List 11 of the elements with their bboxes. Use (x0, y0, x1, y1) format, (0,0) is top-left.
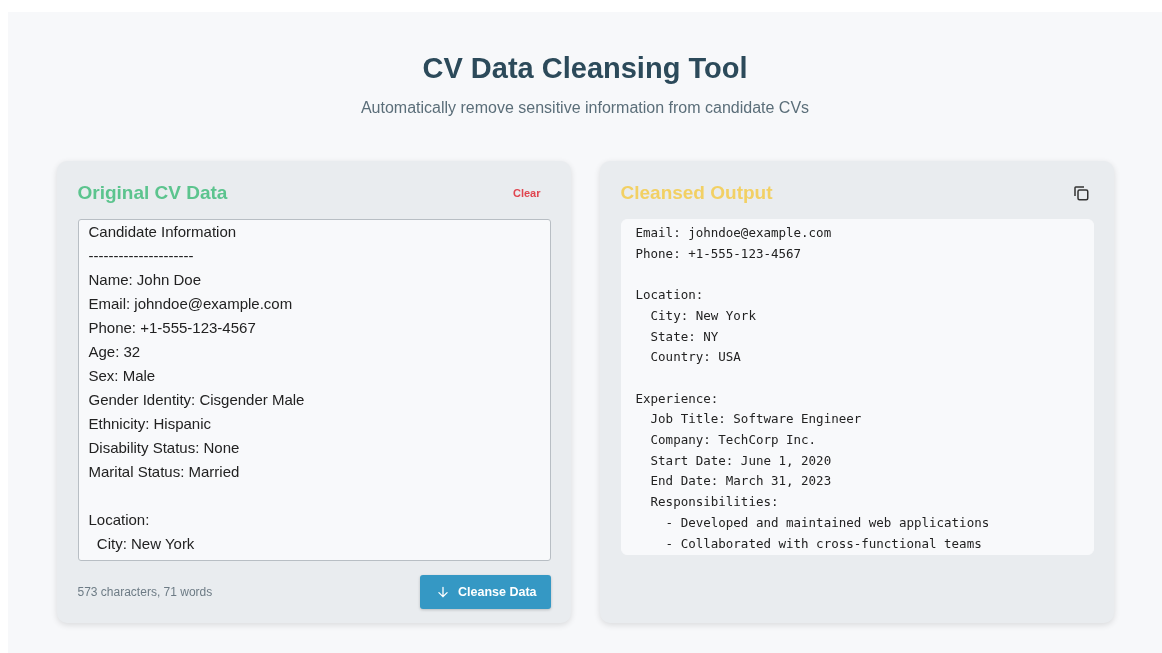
page-subtitle: Automatically remove sensitive information from candidate CVs (360, 99, 810, 117)
panel-title: Cleansed Output (620, 182, 773, 204)
cv-input-field[interactable]: Candidate Information --------------------- Name: John Doe Email: johndoe@example.com Phone: +1-555-123-4567 Age: 32 Sex: Male Gender Identity: Cisgender Male Ethnicity: Hispanic Disability Status: None Marital Status: Married Location: City: New York (77, 219, 551, 561)
cleansed-output-text: Email: johndoe@example.com Phone: +1-555-123-4567 Location: City: New York State: NY Country: USA Experience: Job Title: Software Engineer Company: TechCorp Inc. Start Date: June 1, 2020 End Date: March 31, 2023 Responsibilities: - Developed and maintained web applications - Collaborated with cross-functional teams (620, 219, 1094, 555)
character-count: 573 characters, 71 words (77, 585, 213, 599)
panel-title: Original CV Data (77, 182, 228, 204)
copy-icon (1071, 184, 1090, 202)
page-title: CV Data Cleansing Tool (422, 52, 748, 85)
cleanse-button[interactable]: Cleanse Data (420, 575, 551, 609)
clear-button[interactable]: Clear (502, 185, 551, 201)
arrow-down-icon (436, 585, 450, 599)
